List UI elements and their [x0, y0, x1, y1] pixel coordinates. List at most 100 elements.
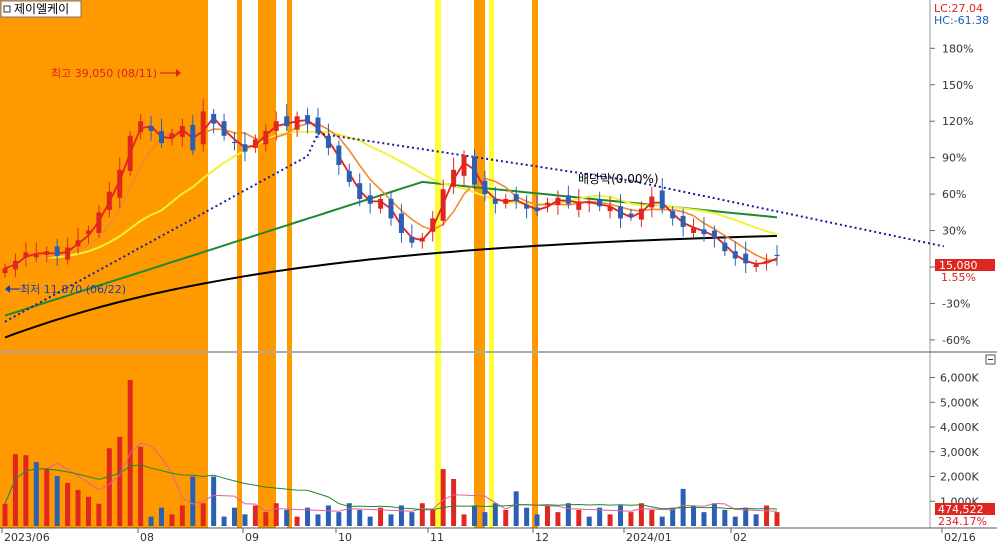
candle-body — [169, 133, 175, 139]
volume-bar — [524, 507, 530, 526]
candle-body — [607, 206, 613, 212]
candle-body — [524, 205, 530, 209]
volume-bar — [419, 503, 425, 526]
volume-bar — [534, 514, 540, 526]
volume-bar — [628, 512, 634, 526]
candle-body — [419, 237, 425, 242]
candle-body — [774, 254, 780, 257]
candle-body — [273, 121, 279, 131]
volume-bar — [461, 514, 467, 526]
candle-body — [764, 260, 770, 264]
candle-body — [106, 191, 112, 210]
candle-body — [753, 264, 759, 267]
price-band — [0, 0, 208, 351]
volume-bar — [148, 516, 154, 526]
price-tick-label: -30% — [942, 297, 970, 310]
date-tick-label: 09 — [245, 531, 259, 544]
volume-bar — [54, 476, 60, 526]
volume-band — [237, 353, 242, 528]
candle-body — [315, 117, 321, 134]
candle-body — [628, 213, 634, 216]
volume-bar — [12, 454, 18, 526]
volume-bar — [284, 509, 290, 526]
volume-bar — [711, 503, 717, 526]
price-band — [532, 0, 538, 351]
price-tick-label: 30% — [942, 225, 966, 238]
volume-bar — [607, 514, 613, 526]
volume-bar — [211, 476, 217, 526]
candle-body — [148, 126, 154, 131]
candle-body — [544, 202, 550, 206]
price-band — [489, 0, 494, 351]
volume-bar — [513, 491, 519, 526]
price-tick-label: -60% — [942, 334, 970, 347]
volume-band — [287, 353, 292, 528]
volume-bar — [732, 516, 738, 526]
candle-body — [649, 196, 655, 208]
volume-bar — [649, 509, 655, 526]
volume-tick-label: 3,000K — [940, 446, 979, 459]
candle-body — [294, 116, 300, 130]
close-icon[interactable] — [985, 354, 996, 365]
candle-body — [461, 155, 467, 176]
candle-body — [597, 198, 603, 207]
candle-body — [65, 247, 71, 260]
volume-bar — [190, 476, 196, 526]
high-annotation-text: 최고 39,050 (08/11) — [51, 67, 157, 80]
candle-body — [378, 198, 384, 209]
hc-label: HC:-61.38 — [934, 14, 989, 27]
candle-body — [732, 251, 738, 259]
price-band — [435, 0, 441, 351]
candle-body — [75, 240, 81, 247]
price-badge-pct: 1.55% — [941, 271, 976, 284]
candle-body — [638, 208, 644, 220]
volume-bar — [294, 516, 300, 526]
volume-bar — [482, 512, 488, 526]
candle-body — [492, 198, 498, 204]
date-tick-label: 11 — [430, 531, 444, 544]
volume-bar — [221, 516, 227, 526]
price-band — [237, 0, 242, 351]
candle-body — [430, 218, 436, 232]
low-annotation: 최저 11,870 (06/22) — [5, 283, 126, 296]
volume-bar — [722, 509, 728, 526]
volume-bar — [367, 516, 373, 526]
candle-body — [44, 251, 50, 255]
candle-body — [252, 139, 258, 148]
candle-body — [96, 212, 102, 233]
candle-body — [722, 242, 728, 252]
candle-body — [263, 130, 269, 145]
volume-bar — [503, 509, 509, 526]
candle-body — [138, 121, 144, 133]
candle-body — [232, 141, 238, 144]
volume-bar — [659, 516, 665, 526]
date-tick-label: 08 — [140, 531, 154, 544]
volume-band — [532, 353, 538, 528]
volume-bar — [325, 505, 331, 526]
volume-bar — [252, 505, 258, 526]
candle-body — [503, 198, 509, 204]
volume-bar — [430, 509, 436, 526]
candle-body — [680, 215, 686, 227]
stock-title: 제이엘케이 — [14, 2, 69, 16]
volume-bar — [75, 489, 81, 526]
volume-tick-label: 2,000K — [940, 471, 979, 484]
price-tick-label: 60% — [942, 188, 966, 201]
candle-body — [659, 190, 665, 209]
price-band — [287, 0, 292, 351]
volume-bar — [576, 509, 582, 526]
volume-bar — [336, 512, 342, 526]
candle-body — [565, 195, 571, 204]
date-tick-label: 02/16 — [944, 531, 976, 544]
volume-bar — [315, 514, 321, 526]
volume-bar — [670, 507, 676, 526]
volume-badge-pct: 234.17% — [938, 515, 987, 528]
candle-body — [336, 145, 342, 165]
volume-bar — [96, 503, 102, 526]
candle-body — [2, 268, 8, 274]
candle-body — [367, 195, 373, 204]
volume-bar — [701, 512, 707, 526]
volume-band — [258, 353, 276, 528]
price-tick-label: 90% — [942, 152, 966, 165]
candle-body — [409, 236, 415, 243]
